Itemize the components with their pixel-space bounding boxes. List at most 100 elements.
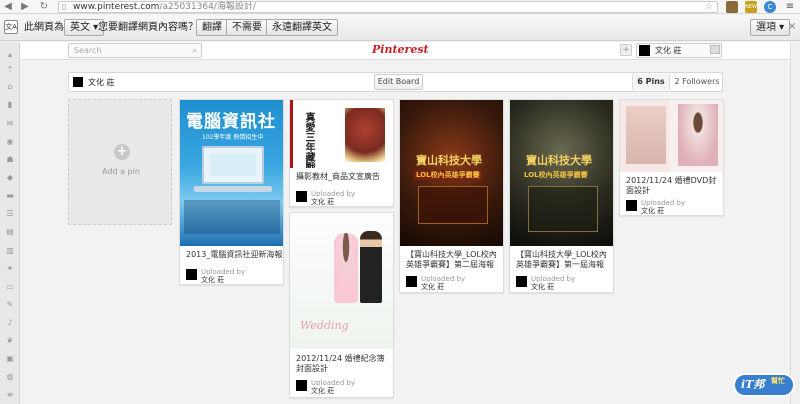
add-pin-label: Add a pin	[102, 167, 140, 176]
rail-doc-icon[interactable]: ▭	[5, 282, 15, 292]
rail-leaf-icon[interactable]: ❦	[5, 336, 15, 346]
options-button[interactable]: 選項 ▾	[750, 19, 791, 36]
bookmark-star-icon[interactable]: ☆	[705, 2, 713, 12]
extension-icon[interactable]	[726, 1, 738, 13]
board-owner-name[interactable]: 文化 莊	[88, 77, 115, 88]
browser-toolbar: ◀ ▶ ↻ ▯ www.pinterest.com/a25031364/海報設計…	[0, 0, 800, 14]
translate-button[interactable]: 翻譯	[196, 19, 228, 36]
rail-music-icon[interactable]: ♪	[5, 318, 15, 328]
rail-car-icon[interactable]: ▬	[5, 191, 15, 201]
pin-image[interactable]: Wedding	[290, 213, 393, 349]
rail-people-icon[interactable]: ☗	[5, 155, 15, 165]
watermark-sub-text: 幫忙	[771, 376, 785, 385]
rail-lock-icon[interactable]: ▮	[5, 100, 15, 110]
pin-description: 【寶山科技大學_LOL校內英雄爭霸賽】第一屆海報	[516, 250, 607, 269]
address-bar[interactable]: ▯ www.pinterest.com/a25031364/海報設計/ ☆	[58, 1, 718, 13]
forward-icon[interactable]: ▶	[19, 1, 31, 13]
translate-bar: 文A 此網頁為 英文 ▾ 您要翻譯網頁內容嗎？ 翻譯 不需要 永遠翻譯英文 選項…	[0, 15, 800, 41]
figure-illustration	[345, 108, 385, 162]
add-pin-card[interactable]: + Add a pin	[68, 99, 172, 225]
pin-uploader-name[interactable]: 文化 莊	[201, 276, 224, 284]
rail-more-icon[interactable]: ≡	[5, 390, 15, 400]
plus-icon: +	[114, 144, 130, 160]
search-icon[interactable]: ⌕	[193, 46, 197, 56]
reload-icon[interactable]: ↻	[38, 1, 50, 13]
pin-image-subtitle: 102學年度 熱情招生中	[202, 134, 264, 141]
pin-image-info-block	[184, 200, 280, 234]
pin-uploaded-by: Uploaded by	[531, 275, 576, 283]
bride-illustration	[334, 233, 358, 303]
rail-paint-icon[interactable]: ✎	[5, 300, 15, 310]
pin-image[interactable]: 電腦資訊社 102學年度 熱情招生中	[180, 100, 283, 246]
pin-uploaded-by: Uploaded by	[311, 190, 356, 198]
pin-uploader-name[interactable]: 文化 莊	[311, 198, 334, 206]
rail-mail-icon[interactable]: ✉	[5, 119, 15, 129]
pin-card[interactable]: 寶山科技大學 LOL校內英雄爭霸賽 【寶山科技大學_LOL校內英雄爭霸賽】第二屆…	[399, 99, 504, 293]
followers-count-tab[interactable]: 2 Followers	[672, 74, 722, 90]
nope-button[interactable]: 不需要	[226, 19, 268, 36]
pin-image-subtitle: LOL校內英雄爭霸賽	[524, 171, 588, 179]
search-placeholder: Search	[74, 46, 102, 55]
url-text: www.pinterest.com/a25031364/海報設計/	[73, 2, 256, 12]
pinterest-header: Search ⌕ Pinterest + 文化 莊	[20, 42, 790, 60]
pin-uploader-avatar[interactable]	[296, 191, 307, 202]
rail-chart-icon[interactable]: ▥	[5, 246, 15, 256]
rail-list-icon[interactable]: ☰	[5, 209, 15, 219]
user-avatar	[639, 45, 650, 56]
search-input[interactable]: Search ⌕	[68, 43, 202, 58]
pin-image[interactable]: 寶山科技大學 LOL校內英雄爭霸賽	[400, 100, 503, 246]
pin-card[interactable]: 真愛三年藏戰 攝影教材_商品文宣廣告 Uploaded by 文化 莊	[289, 99, 394, 207]
back-icon[interactable]: ◀	[2, 1, 14, 13]
add-button[interactable]: +	[620, 44, 632, 56]
menu-wrench-icon[interactable]: ≡	[784, 1, 796, 13]
rail-star-icon[interactable]: ✦	[5, 264, 15, 274]
user-dropdown-icon[interactable]	[710, 45, 720, 54]
rail-arrow-icon[interactable]: ⇡	[5, 65, 15, 75]
pin-card[interactable]: Wedding 2012/11/24 婚禮紀念簿封面設計 Uploaded by…	[289, 212, 394, 398]
rail-globe-icon[interactable]: ◍	[5, 372, 15, 382]
rail-pin-icon[interactable]: ◉	[5, 137, 15, 147]
never-translate-button[interactable]: 永遠翻譯英文	[266, 19, 338, 36]
translate-question: 您要翻譯網頁內容嗎？	[98, 22, 198, 33]
pinterest-logo[interactable]: Pinterest	[372, 43, 429, 57]
rail-up-icon[interactable]: ▴	[5, 50, 15, 60]
rail-gift-icon[interactable]: ▣	[5, 354, 15, 364]
board-header: 文化 莊 Edit Board 6 Pins 2 Followers	[68, 72, 723, 92]
pin-card[interactable]: 2012/11/24 婚禮DVD封面設計 Uploaded by 文化 莊	[619, 99, 724, 216]
pin-image[interactable]: 真愛三年藏戰	[290, 100, 393, 168]
pins-count-tab[interactable]: 6 Pins	[632, 74, 670, 90]
pin-image-info-block	[418, 186, 488, 224]
extension-c-icon[interactable]: C	[764, 1, 776, 13]
pin-uploader-name[interactable]: 文化 莊	[421, 283, 444, 291]
close-icon[interactable]: ×	[788, 21, 796, 33]
pin-uploader-avatar[interactable]	[186, 269, 197, 280]
pin-image[interactable]: 寶山科技大學 LOL校內英雄爭霸賽	[510, 100, 613, 246]
board-owner-avatar[interactable]	[73, 77, 83, 87]
rail-tag-icon[interactable]: ◆	[5, 173, 15, 183]
pin-uploader-avatar[interactable]	[296, 380, 307, 391]
pin-uploader-name[interactable]: 文化 莊	[311, 387, 334, 395]
pin-image-info-block	[528, 186, 598, 232]
pin-uploaded-by: Uploaded by	[641, 199, 686, 207]
pin-uploaded-by: Uploaded by	[201, 268, 246, 276]
pin-description: 攝影教材_商品文宣廣告	[296, 172, 380, 181]
user-name: 文化 莊	[655, 46, 682, 55]
pin-card[interactable]: 寶山科技大學 LOL校內英雄爭霸賽 【寶山科技大學_LOL校內英雄爭霸賽】第一屆…	[509, 99, 614, 293]
pin-uploader-avatar[interactable]	[406, 276, 417, 287]
pin-uploader-avatar[interactable]	[516, 276, 527, 287]
translate-prompt-label: 此網頁為	[24, 22, 64, 33]
pin-image-title: 寶山科技大學	[526, 154, 592, 167]
extension-new-icon[interactable]: NEW	[745, 1, 757, 13]
rail-film-icon[interactable]: ▤	[5, 227, 15, 237]
pin-uploader-avatar[interactable]	[626, 200, 637, 211]
pin-image[interactable]	[620, 100, 723, 172]
edit-board-button[interactable]: Edit Board	[374, 74, 423, 90]
pin-description: 2013_電腦資訊社迎新海報	[186, 250, 283, 259]
scrollbar[interactable]	[790, 42, 800, 404]
pin-uploader-name[interactable]: 文化 莊	[641, 207, 664, 215]
pin-uploader-name[interactable]: 文化 莊	[531, 283, 554, 291]
pin-image-title: Wedding	[300, 319, 349, 332]
rail-home-icon[interactable]: ⌂	[5, 82, 15, 92]
pin-card[interactable]: 電腦資訊社 102學年度 熱情招生中 2013_電腦資訊社迎新海報 Upload…	[179, 99, 284, 285]
translate-icon: 文A	[4, 20, 18, 34]
